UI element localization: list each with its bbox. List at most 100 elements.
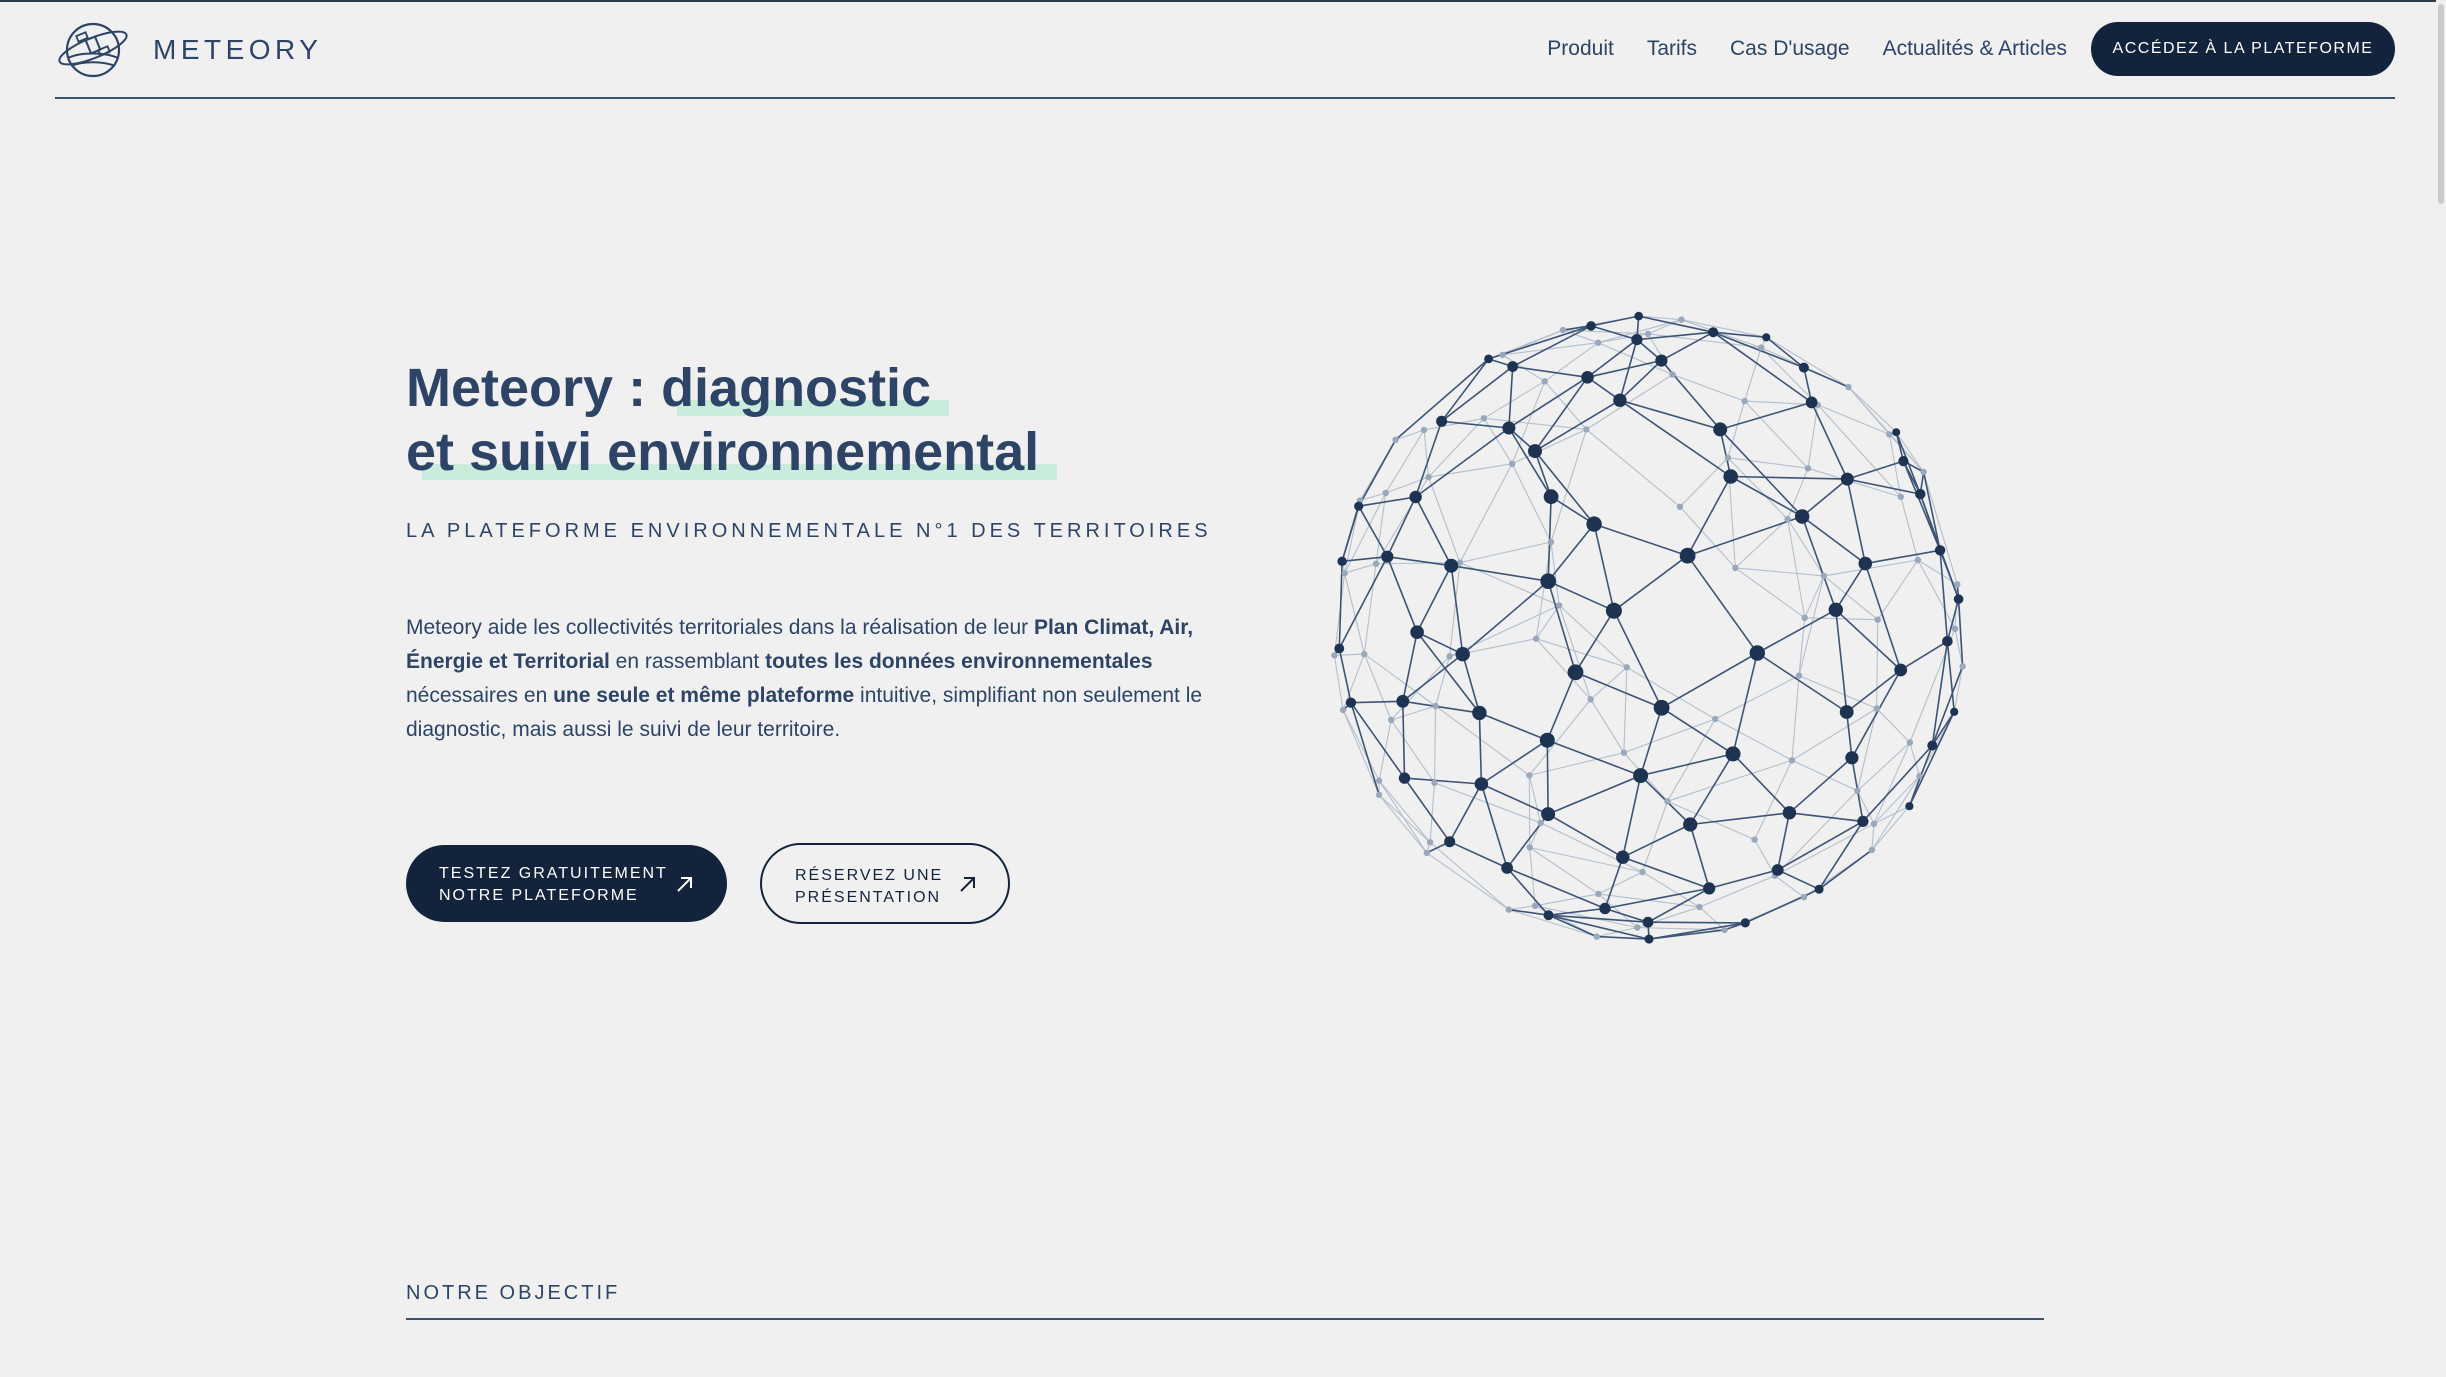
globe-node bbox=[1740, 918, 1750, 928]
globe-node bbox=[1892, 428, 1901, 437]
free-trial-label-line2: NOTRE PLATEFORME bbox=[439, 887, 639, 904]
globe-edge bbox=[1547, 739, 1641, 777]
globe-edge bbox=[1851, 669, 1902, 759]
globe-edge bbox=[1647, 921, 1746, 924]
globe-node bbox=[1484, 354, 1493, 364]
desc-bold-3: une seule et même plateforme bbox=[553, 684, 855, 707]
globe-edge bbox=[1923, 471, 1958, 585]
globe-node bbox=[1678, 316, 1685, 323]
globe-node bbox=[1795, 672, 1803, 679]
site-header: METEORY Produit Tarifs Cas D'usage Actua… bbox=[55, 0, 2395, 99]
globe-node bbox=[1634, 311, 1643, 321]
globe-node bbox=[1934, 545, 1946, 556]
globe-node bbox=[1605, 602, 1622, 619]
hero-subtitle: LA PLATEFORME ENVIRONNEMENTALE N°1 DES T… bbox=[406, 520, 1212, 542]
globe-node bbox=[1916, 772, 1923, 780]
globe-node bbox=[1431, 779, 1438, 787]
globe-node bbox=[1771, 864, 1784, 876]
platform-access-button[interactable]: ACCÉDEZ À LA PLATEFORME bbox=[2091, 22, 2395, 76]
globe-node bbox=[1886, 431, 1893, 438]
globe-node bbox=[1556, 602, 1563, 609]
wireframe-globe-illustration bbox=[1331, 311, 1966, 944]
globe-node bbox=[1639, 868, 1646, 876]
globe-edge bbox=[1619, 399, 1721, 431]
nav-item-produit[interactable]: Produit bbox=[1547, 37, 1614, 61]
globe-edge bbox=[1734, 567, 1806, 619]
globe-edge bbox=[1414, 421, 1443, 498]
globe-node bbox=[1749, 645, 1765, 661]
globe-edge bbox=[1416, 565, 1452, 633]
globe-edge bbox=[1744, 888, 1820, 924]
nav-item-actualites[interactable]: Actualités & Articles bbox=[1883, 37, 2067, 61]
hero-title-highlight: diagnostic bbox=[661, 358, 950, 418]
nav-item-cas-usage[interactable]: Cas D'usage bbox=[1730, 37, 1850, 61]
globe-edge bbox=[1900, 496, 1919, 561]
globe-node bbox=[1751, 836, 1758, 843]
globe-node bbox=[1375, 791, 1383, 799]
globe-node bbox=[1595, 339, 1602, 346]
scrollbar[interactable] bbox=[2436, 0, 2446, 1377]
globe-edge bbox=[1804, 575, 1825, 619]
globe-edge bbox=[1512, 365, 1588, 379]
globe-node bbox=[1595, 890, 1602, 898]
globe-node bbox=[1708, 327, 1719, 338]
globe-node bbox=[1950, 707, 1959, 716]
nav-item-tarifs[interactable]: Tarifs bbox=[1647, 37, 1697, 61]
globe-edge bbox=[1804, 617, 1878, 621]
hero-title-prefix: Meteory : bbox=[406, 358, 662, 418]
globe-node bbox=[1345, 697, 1357, 708]
globe-edge bbox=[1871, 823, 1875, 851]
globe-node bbox=[1372, 560, 1380, 567]
globe-node bbox=[1361, 650, 1368, 658]
free-trial-button[interactable]: TESTEZ GRATUITEMENT NOTRE PLATEFORME bbox=[406, 845, 727, 922]
globe-edge bbox=[1818, 849, 1873, 890]
globe-node bbox=[1505, 906, 1512, 913]
globe-node bbox=[1788, 757, 1796, 764]
globe-node bbox=[1894, 663, 1908, 677]
globe-node bbox=[1528, 444, 1542, 459]
globe-node bbox=[1593, 933, 1600, 940]
globe-edge bbox=[1622, 856, 1710, 890]
globe-node bbox=[1507, 361, 1519, 372]
globe-edge bbox=[1876, 708, 1911, 743]
globe-edge bbox=[1547, 774, 1641, 815]
globe-node bbox=[1874, 616, 1881, 623]
globe-edge bbox=[1909, 742, 1921, 777]
globe-node bbox=[1526, 844, 1533, 851]
globe-edge bbox=[1395, 429, 1425, 441]
globe-edge bbox=[1847, 460, 1904, 480]
globe-node bbox=[1423, 849, 1430, 857]
globe-edge bbox=[1777, 869, 1820, 890]
globe-edge bbox=[1534, 450, 1595, 525]
globe-node bbox=[1501, 862, 1513, 874]
book-demo-label: RÉSERVEZ UNE PRÉSENTATION bbox=[795, 865, 1015, 909]
globe-node bbox=[1436, 415, 1448, 427]
globe-edge bbox=[1803, 366, 1849, 388]
globe-edge bbox=[1679, 457, 1729, 508]
globe-edge bbox=[1429, 782, 1436, 843]
globe-edge bbox=[1931, 666, 1964, 746]
globe-edge bbox=[1449, 840, 1508, 869]
globe-node bbox=[1676, 503, 1684, 510]
globe-node bbox=[1920, 468, 1927, 476]
globe-edge bbox=[1414, 496, 1452, 567]
book-demo-button[interactable]: RÉSERVEZ UNE PRÉSENTATION bbox=[760, 843, 1010, 924]
globe-node bbox=[1873, 705, 1880, 712]
globe-edge bbox=[1791, 759, 1858, 792]
globe-edge bbox=[1427, 476, 1461, 563]
globe-edge bbox=[1857, 742, 1911, 792]
globe-node bbox=[1502, 421, 1516, 435]
globe-edge bbox=[1480, 783, 1508, 869]
globe-edge bbox=[1402, 700, 1480, 714]
desc-text-3: nécessaires en bbox=[406, 684, 554, 707]
logo[interactable]: METEORY bbox=[55, 18, 322, 82]
globe-edge bbox=[1788, 757, 1853, 814]
scrollbar-thumb[interactable] bbox=[2438, 4, 2444, 204]
globe-edge bbox=[1623, 667, 1628, 753]
globe-node bbox=[1845, 751, 1859, 765]
globe-edge bbox=[1451, 564, 1549, 582]
globe-node bbox=[1914, 556, 1922, 564]
globe-node bbox=[1410, 625, 1424, 639]
globe-node bbox=[1499, 351, 1506, 359]
globe-node bbox=[1409, 490, 1422, 504]
